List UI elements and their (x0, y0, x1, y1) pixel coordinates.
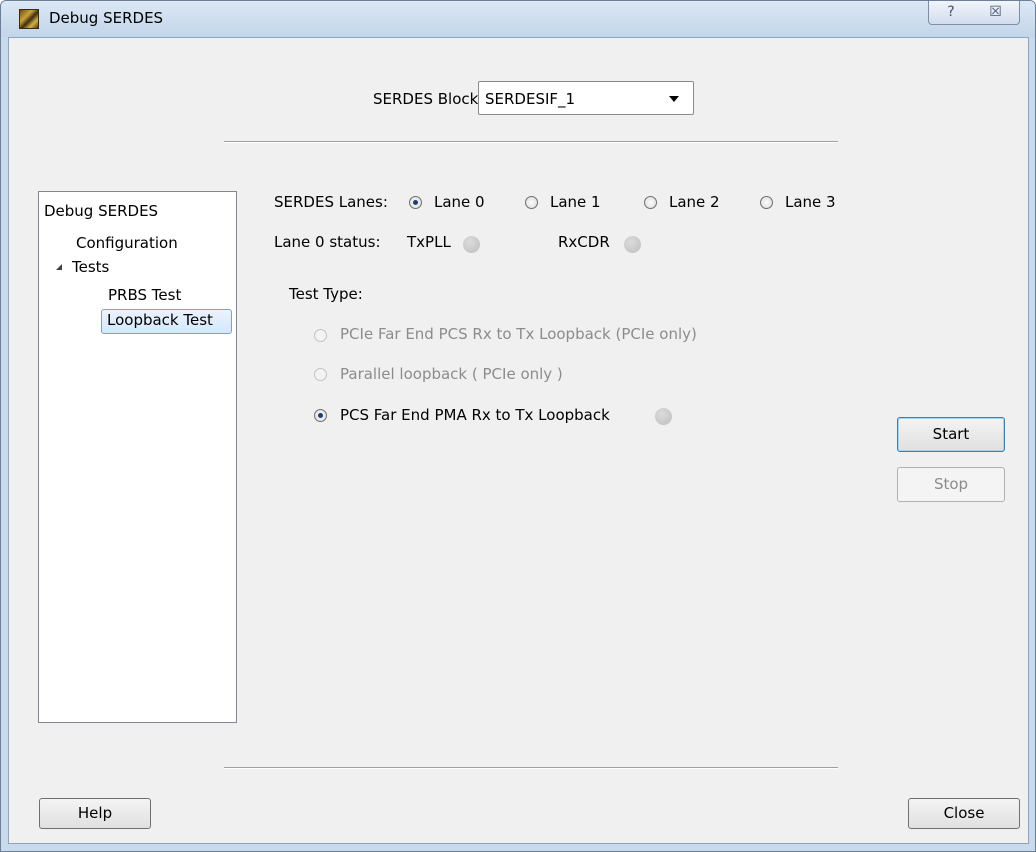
serdes-block-label: SERDES Block (373, 90, 479, 108)
start-button[interactable]: Start (897, 417, 1005, 452)
title-bar[interactable]: Debug SERDES ? ☒ (1, 1, 1035, 37)
pcs-far-end-pma-loopback-radio[interactable] (314, 409, 327, 422)
serdes-lanes-label: SERDES Lanes: (274, 193, 388, 211)
dialog-client-area: SERDES Block SERDESIF_1 Debug SERDES Con… (8, 37, 1029, 844)
lane-3-label[interactable]: Lane 3 (785, 193, 836, 211)
rxcdr-status-indicator (624, 236, 641, 253)
lane-3-radio[interactable] (760, 196, 773, 209)
pcs-far-end-pma-loopback-label[interactable]: PCS Far End PMA Rx to Tx Loopback (340, 406, 610, 424)
serdes-block-dropdown[interactable]: SERDESIF_1 (478, 81, 694, 115)
chevron-down-icon (669, 96, 679, 102)
tree-item-prbs-test[interactable]: PRBS Test (108, 286, 181, 304)
microchip-app-icon (19, 9, 39, 29)
serdes-block-value: SERDESIF_1 (485, 90, 576, 108)
txpll-status-indicator (463, 236, 480, 253)
help-icon: ? (947, 4, 955, 20)
lane-1-label[interactable]: Lane 1 (550, 193, 601, 211)
bottom-separator (224, 767, 838, 769)
close-button[interactable]: Close (908, 798, 1020, 829)
top-separator (224, 141, 838, 143)
lane-0-label[interactable]: Lane 0 (434, 193, 485, 211)
help-button[interactable]: Help (39, 798, 151, 829)
expander-icon[interactable] (56, 264, 62, 270)
test-type-label: Test Type: (289, 285, 363, 303)
lane-0-radio[interactable] (409, 196, 422, 209)
txpll-label: TxPLL (407, 233, 451, 251)
lane-status-label: Lane 0 status: (274, 233, 381, 251)
parallel-loopback-radio[interactable] (314, 368, 327, 381)
parallel-loopback-label[interactable]: Parallel loopback ( PCIe only ) (340, 365, 563, 383)
lane-2-radio[interactable] (644, 196, 657, 209)
navigation-tree[interactable]: Debug SERDES Configuration Tests PRBS Te… (38, 191, 237, 723)
tree-root[interactable]: Debug SERDES (44, 202, 158, 220)
lane-2-label[interactable]: Lane 2 (669, 193, 720, 211)
pcie-far-end-loopback-radio[interactable] (314, 329, 327, 342)
pcie-far-end-loopback-label[interactable]: PCIe Far End PCS Rx to Tx Loopback (PCIe… (340, 325, 697, 343)
tree-item-tests[interactable]: Tests (72, 258, 109, 276)
help-title-button[interactable]: ? (928, 1, 974, 25)
stop-button[interactable]: Stop (897, 467, 1005, 502)
debug-serdes-window: Debug SERDES ? ☒ SERDES Block SERDESIF_1… (0, 0, 1036, 852)
loopback-status-indicator (655, 408, 672, 425)
window-title: Debug SERDES (49, 9, 164, 27)
lane-1-radio[interactable] (525, 196, 538, 209)
rxcdr-label: RxCDR (558, 233, 610, 251)
close-icon: ☒ (989, 4, 1002, 20)
tree-item-configuration[interactable]: Configuration (76, 234, 178, 252)
close-title-button[interactable]: ☒ (972, 1, 1020, 25)
tree-item-loopback-test[interactable]: Loopback Test (107, 311, 213, 329)
